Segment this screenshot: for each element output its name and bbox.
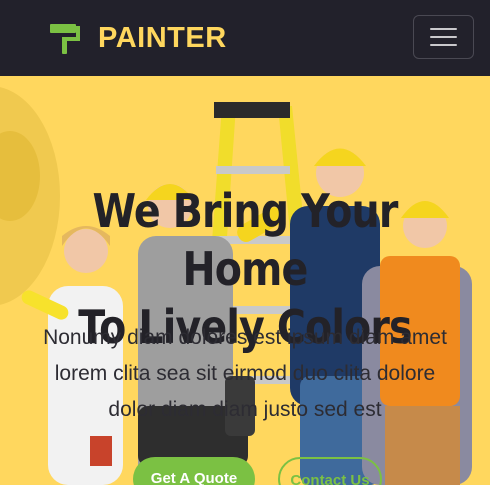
hero-content: We Bring Your Home To Lively Colors Nonu… [0, 76, 490, 485]
hamburger-menu-icon-bar [430, 44, 457, 46]
contact-us-button[interactable]: Contact Us [278, 457, 382, 485]
hamburger-menu-icon [430, 28, 457, 30]
paint-roller-icon [50, 24, 80, 54]
get-a-quote-button[interactable]: Get A Quote [133, 457, 255, 485]
brand-link[interactable]: PAINTER [48, 18, 227, 58]
navbar: PAINTER [0, 0, 490, 76]
hero-description: Nonumy diam dolores est ipsum diam amet … [43, 326, 447, 421]
brand-name: PAINTER [98, 22, 227, 54]
hamburger-menu-icon-bar [430, 36, 457, 38]
menu-toggle-button[interactable] [413, 15, 474, 59]
hero-section: We Bring Your Home To Lively Colors Nonu… [0, 76, 490, 485]
